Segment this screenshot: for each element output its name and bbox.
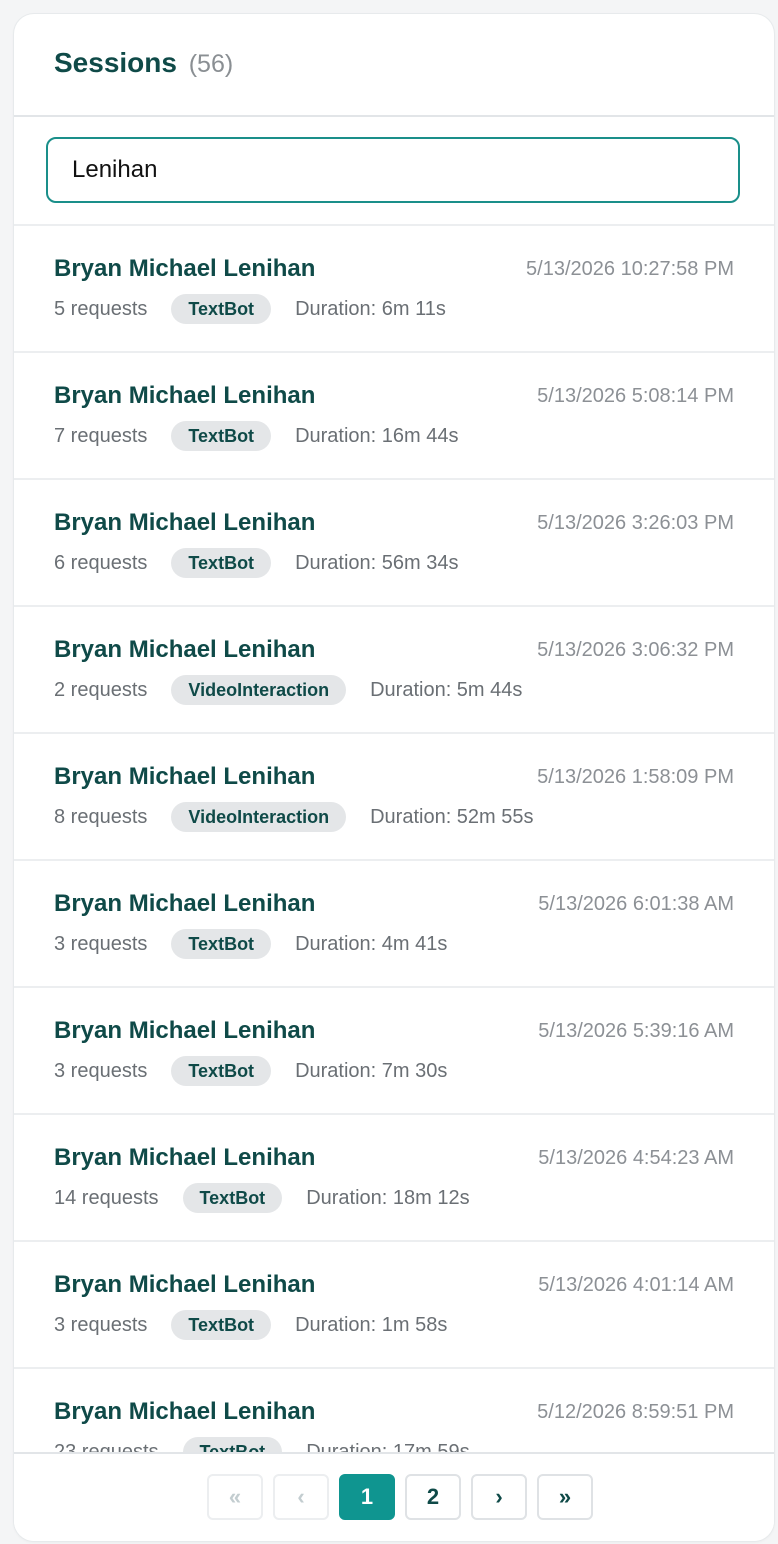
session-timestamp: 5/13/2026 3:06:32 PM: [537, 639, 734, 661]
session-type-badge: VideoInteraction: [171, 802, 347, 832]
session-duration: Duration: 56m 34s: [295, 551, 459, 574]
session-timestamp: 5/13/2026 1:58:09 PM: [537, 766, 734, 788]
session-row[interactable]: Bryan Michael Lenihan 5/13/2026 6:01:38 …: [14, 861, 774, 988]
session-type-badge: TextBot: [171, 548, 272, 578]
session-meta: 3 requests TextBot Duration: 4m 41s: [54, 929, 447, 959]
session-row[interactable]: Bryan Michael Lenihan 5/13/2026 5:39:16 …: [14, 988, 774, 1115]
page-2-button[interactable]: 2: [405, 1474, 461, 1520]
session-requests: 3 requests: [54, 1059, 148, 1082]
session-timestamp: 5/13/2026 4:01:14 AM: [538, 1274, 734, 1296]
session-duration: Duration: 17m 59s: [306, 1440, 470, 1453]
next-page-button[interactable]: ›: [471, 1474, 527, 1520]
session-type-badge: TextBot: [171, 1310, 272, 1340]
session-type-badge: TextBot: [182, 1183, 283, 1213]
session-timestamp: 5/13/2026 3:26:03 PM: [537, 512, 734, 534]
session-type-badge: TextBot: [171, 294, 272, 324]
session-requests: 3 requests: [54, 1313, 148, 1336]
pagination: « ‹ 1 2 › »: [14, 1452, 774, 1541]
session-timestamp: 5/13/2026 4:54:23 AM: [538, 1147, 734, 1169]
pagination-buttons: « ‹ 1 2 › »: [207, 1474, 593, 1520]
session-requests: 8 requests: [54, 805, 148, 828]
session-meta: 6 requests TextBot Duration: 56m 34s: [54, 548, 458, 578]
session-type-badge: VideoInteraction: [171, 675, 347, 705]
session-meta: 3 requests TextBot Duration: 7m 30s: [54, 1056, 447, 1086]
session-duration: Duration: 7m 30s: [295, 1059, 448, 1082]
session-name: Bryan Michael Lenihan: [54, 255, 316, 282]
session-meta: 8 requests VideoInteraction Duration: 52…: [54, 802, 534, 832]
search-area: [14, 117, 774, 226]
session-timestamp: 5/13/2026 5:39:16 AM: [538, 1020, 734, 1042]
session-requests: 6 requests: [54, 551, 148, 574]
session-duration: Duration: 6m 11s: [295, 297, 446, 320]
session-type-badge: TextBot: [182, 1437, 283, 1452]
session-duration: Duration: 1m 58s: [295, 1313, 448, 1336]
session-meta: 7 requests TextBot Duration: 16m 44s: [54, 421, 458, 451]
session-requests: 14 requests: [54, 1186, 159, 1209]
session-row[interactable]: Bryan Michael Lenihan 5/13/2026 10:27:58…: [14, 226, 774, 353]
session-name: Bryan Michael Lenihan: [54, 1398, 316, 1425]
panel-header: Sessions (56): [14, 14, 774, 117]
session-requests: 5 requests: [54, 297, 148, 320]
session-meta: 23 requests TextBot Duration: 17m 59s: [54, 1437, 470, 1452]
sessions-title: Sessions: [54, 47, 177, 78]
session-type-badge: TextBot: [171, 929, 272, 959]
session-duration: Duration: 18m 12s: [306, 1186, 470, 1209]
session-requests: 23 requests: [54, 1440, 159, 1453]
session-timestamp: 5/13/2026 6:01:38 AM: [538, 893, 734, 915]
session-timestamp: 5/12/2026 8:59:51 PM: [537, 1401, 734, 1423]
session-requests: 7 requests: [54, 424, 148, 447]
session-duration: Duration: 16m 44s: [295, 424, 459, 447]
session-row[interactable]: Bryan Michael Lenihan 5/13/2026 4:01:14 …: [14, 1242, 774, 1369]
session-row[interactable]: Bryan Michael Lenihan 5/12/2026 8:59:51 …: [14, 1369, 774, 1452]
session-duration: Duration: 5m 44s: [370, 678, 523, 701]
session-row[interactable]: Bryan Michael Lenihan 5/13/2026 5:08:14 …: [14, 353, 774, 480]
session-name: Bryan Michael Lenihan: [54, 1017, 316, 1044]
session-name: Bryan Michael Lenihan: [54, 636, 316, 663]
page-title: Sessions (56): [54, 47, 233, 79]
session-meta: 3 requests TextBot Duration: 1m 58s: [54, 1310, 447, 1340]
search-input[interactable]: [46, 137, 740, 203]
session-row[interactable]: Bryan Michael Lenihan 5/13/2026 1:58:09 …: [14, 734, 774, 861]
page-1-button[interactable]: 1: [339, 1474, 395, 1520]
session-list: Bryan Michael Lenihan 5/13/2026 10:27:58…: [14, 226, 774, 1452]
session-row[interactable]: Bryan Michael Lenihan 5/13/2026 3:06:32 …: [14, 607, 774, 734]
session-name: Bryan Michael Lenihan: [54, 1271, 316, 1298]
session-meta: 5 requests TextBot Duration: 6m 11s: [54, 294, 446, 324]
prev-page-button[interactable]: ‹: [273, 1474, 329, 1520]
session-timestamp: 5/13/2026 5:08:14 PM: [537, 385, 734, 407]
session-row[interactable]: Bryan Michael Lenihan 5/13/2026 3:26:03 …: [14, 480, 774, 607]
session-requests: 3 requests: [54, 932, 148, 955]
session-meta: 14 requests TextBot Duration: 18m 12s: [54, 1183, 470, 1213]
session-name: Bryan Michael Lenihan: [54, 763, 316, 790]
session-meta: 2 requests VideoInteraction Duration: 5m…: [54, 675, 522, 705]
session-name: Bryan Michael Lenihan: [54, 890, 316, 917]
session-type-badge: TextBot: [171, 1056, 272, 1086]
session-duration: Duration: 4m 41s: [295, 932, 448, 955]
session-name: Bryan Michael Lenihan: [54, 1144, 316, 1171]
session-name: Bryan Michael Lenihan: [54, 509, 316, 536]
session-duration: Duration: 52m 55s: [370, 805, 534, 828]
sessions-count: (56): [188, 50, 234, 78]
session-row[interactable]: Bryan Michael Lenihan 5/13/2026 4:54:23 …: [14, 1115, 774, 1242]
session-requests: 2 requests: [54, 678, 148, 701]
session-timestamp: 5/13/2026 10:27:58 PM: [526, 258, 734, 280]
session-type-badge: TextBot: [171, 421, 272, 451]
first-page-button[interactable]: «: [207, 1474, 263, 1520]
session-name: Bryan Michael Lenihan: [54, 382, 316, 409]
sessions-panel: Sessions (56) Bryan Michael Lenihan 5/13…: [14, 14, 774, 1541]
last-page-button[interactable]: »: [537, 1474, 593, 1520]
